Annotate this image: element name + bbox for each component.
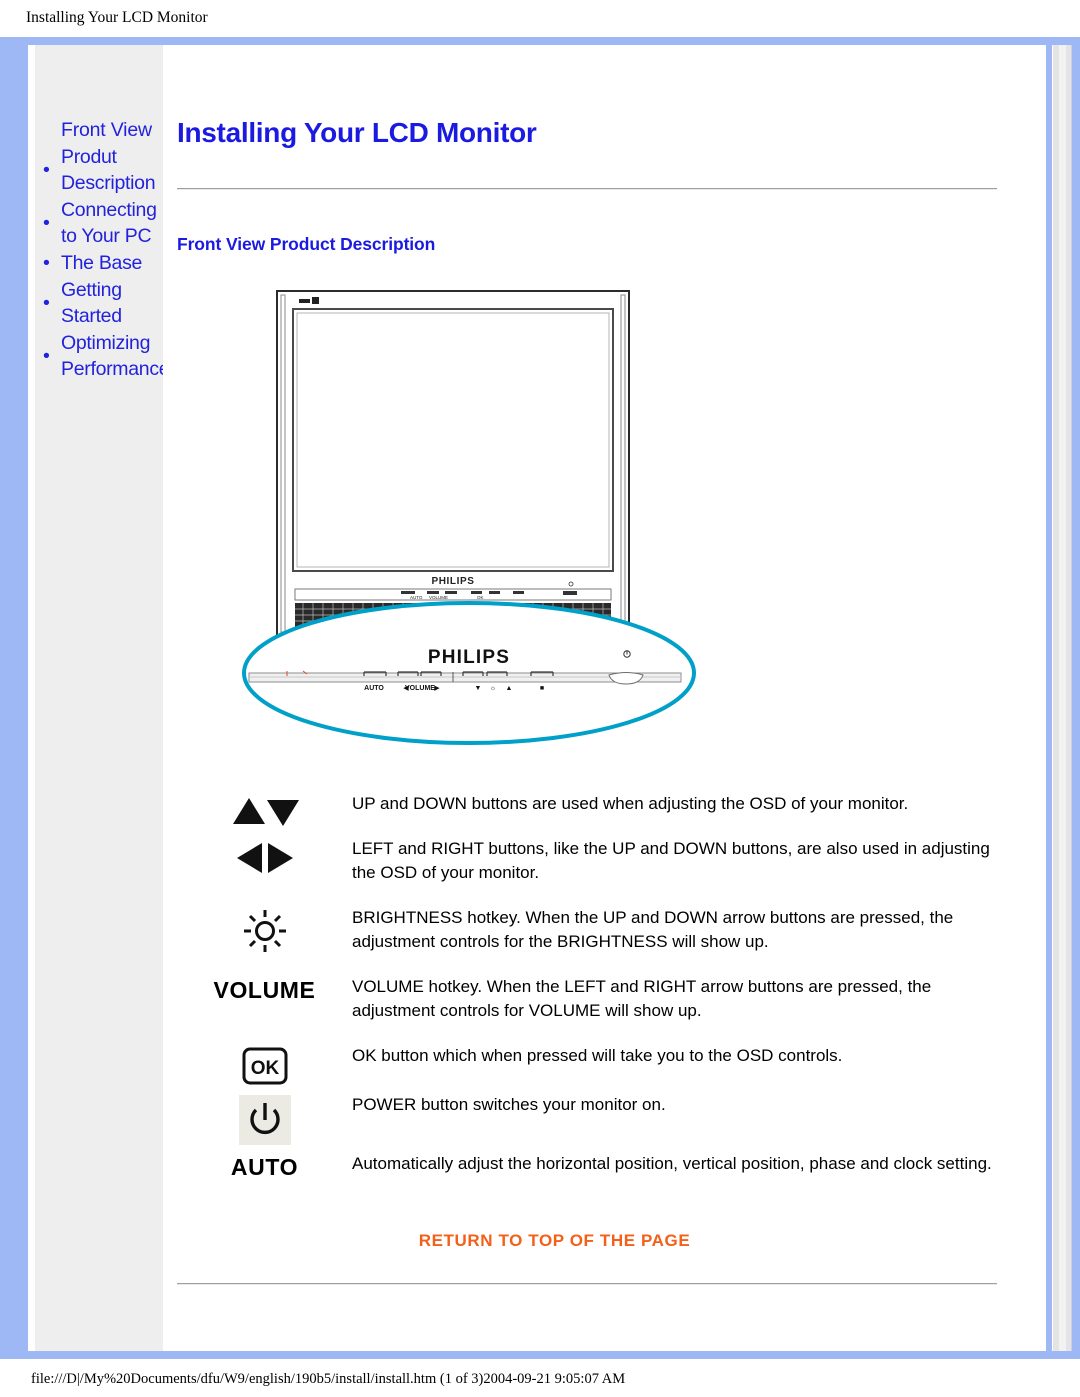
button-description: Automatically adjust the horizontal posi… [352, 1154, 992, 1173]
browser-print-footer-path: file:///D|/My%20Documents/dfu/W9/english… [31, 1371, 626, 1387]
bottom-divider [177, 1283, 997, 1285]
browser-print-header: Installing Your LCD Monitor [0, 0, 1080, 37]
page-title: Installing Your LCD Monitor [177, 117, 537, 148]
svg-text:PHILIPS: PHILIPS [431, 576, 474, 587]
sidebar-item-connecting-to-your-pc[interactable]: • Connecting to Your PC [43, 197, 159, 249]
bullet-icon: • [43, 292, 50, 314]
brightness-sun-icon [242, 908, 288, 954]
brightness-sun-icon-cell [177, 904, 352, 973]
svg-text:OK: OK [250, 1058, 279, 1079]
bullet-icon: • [43, 345, 50, 367]
sidebar-nav: Front View • Produt Description • Connec… [35, 45, 170, 1351]
left-right-arrows-icon [233, 839, 297, 877]
up-down-arrows-icon-cell [177, 790, 352, 835]
svg-text:AUTO: AUTO [364, 685, 384, 692]
volume-text-icon-cell: VOLUME [177, 973, 352, 1042]
up-down-arrows-icon [229, 794, 301, 830]
power-button-icon-cell [177, 1091, 352, 1150]
svg-text:■: ■ [540, 685, 544, 692]
page-frame: Front View • Produt Description • Connec… [0, 37, 1080, 1359]
sidebar-item-getting-started[interactable]: • Getting Started [43, 277, 159, 329]
bullet-icon: • [43, 252, 50, 274]
svg-text:▶: ▶ [434, 685, 440, 692]
sidebar-nav-list: Front View • Produt Description • Connec… [35, 117, 170, 382]
table-row: VOLUME VOLUME hotkey. When the LEFT and … [177, 973, 997, 1042]
scrollbar-track[interactable] [1059, 45, 1066, 1351]
button-description: VOLUME hotkey. When the LEFT and RIGHT a… [352, 977, 932, 1020]
browser-print-footer: file:///D|/My%20Documents/dfu/W9/english… [0, 1359, 1080, 1397]
svg-text:VOLUME: VOLUME [429, 595, 448, 600]
table-row: OK OK button which when pressed will tak… [177, 1042, 997, 1091]
sidebar-item-optimizing-performance[interactable]: • Optimizing Performance [43, 330, 170, 382]
sidebar-item-front-view[interactable]: Front View [43, 117, 159, 143]
sidebar-item-label: The Base [61, 252, 143, 274]
button-description: BRIGHTNESS hotkey. When the UP and DOWN … [352, 908, 954, 951]
svg-text:☼: ☼ [490, 685, 496, 692]
sidebar-item-label: Getting Started [61, 279, 122, 327]
sidebar-item-label: Produt Description [61, 146, 156, 194]
svg-text:OK: OK [477, 595, 484, 600]
return-to-top-link[interactable]: RETURN TO TOP OF THE PAGE [173, 1231, 996, 1251]
bullet-icon: • [43, 159, 50, 181]
vertical-scrollbar[interactable] [1052, 45, 1072, 1351]
sidebar-item-label: Connecting to Your PC [61, 199, 157, 247]
section-title: Front View Product Description [177, 234, 436, 254]
table-row: LEFT and RIGHT buttons, like the UP and … [177, 835, 997, 904]
button-description: OK button which when pressed will take y… [352, 1046, 843, 1065]
auto-text-icon-cell: AUTO [177, 1150, 352, 1195]
table-row: UP and DOWN buttons are used when adjust… [177, 790, 997, 835]
sidebar-item-the-base[interactable]: • The Base [43, 250, 159, 276]
left-right-arrows-icon-cell [177, 835, 352, 904]
sidebar-item-label: Optimizing Performance [61, 332, 170, 380]
ok-button-icon: OK [242, 1046, 288, 1086]
button-description: LEFT and RIGHT buttons, like the UP and … [352, 839, 990, 882]
button-description-table: UP and DOWN buttons are used when adjust… [177, 790, 997, 1195]
svg-text:PHILIPS: PHILIPS [428, 647, 510, 668]
monitor-front-view-figure: PHILIPS AUTO VOLUME OK PHILIPS AUTO VOLU… [241, 281, 701, 746]
sidebar-left-gap [28, 45, 35, 1351]
sidebar-item-product-description[interactable]: • Produt Description [43, 144, 159, 196]
power-button-icon [238, 1095, 291, 1145]
browser-print-header-title: Installing Your LCD Monitor [26, 9, 208, 26]
button-description: POWER button switches your monitor on. [352, 1095, 666, 1114]
bullet-icon: • [43, 212, 50, 234]
table-row: AUTO Automatically adjust the horizontal… [177, 1150, 997, 1195]
svg-text:▲: ▲ [506, 685, 513, 692]
svg-text:◀: ◀ [403, 685, 409, 692]
table-row: POWER button switches your monitor on. [177, 1091, 997, 1150]
button-description: UP and DOWN buttons are used when adjust… [352, 794, 909, 813]
ok-button-icon-cell: OK [177, 1042, 352, 1091]
svg-text:▼: ▼ [475, 685, 482, 692]
table-row: BRIGHTNESS hotkey. When the UP and DOWN … [177, 904, 997, 973]
volume-text-icon: VOLUME [213, 977, 316, 1003]
svg-text:VOLUME: VOLUME [405, 685, 435, 692]
auto-text-icon: AUTO [230, 1154, 299, 1180]
main-content: Installing Your LCD Monitor Front View P… [163, 45, 1018, 1351]
svg-text:AUTO: AUTO [410, 595, 423, 600]
